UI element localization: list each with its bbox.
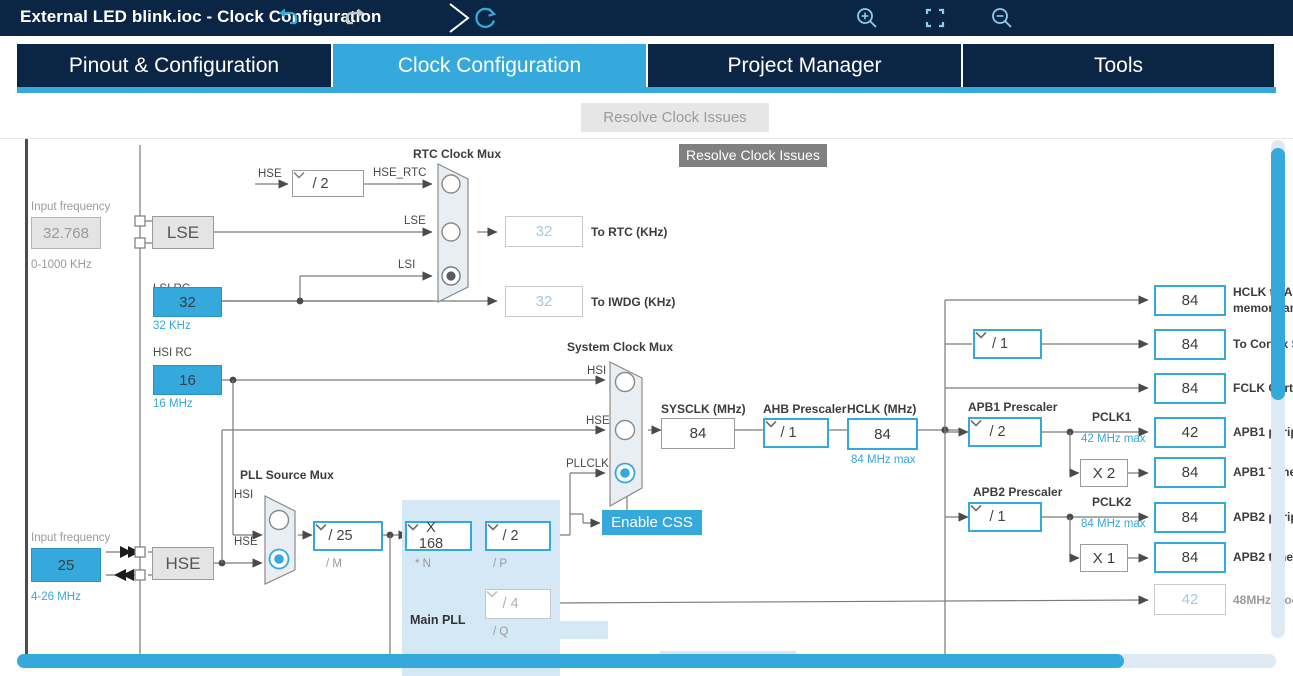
output-48mhz-value: 42 (1154, 584, 1226, 615)
lsi-rc-unit: 32 KHz (153, 320, 191, 332)
tab-label: Tools (1093, 53, 1144, 77)
pll-p-label: / P (493, 558, 508, 570)
resolve-clock-issues-button[interactable]: Resolve Clock Issues (581, 103, 769, 132)
rtc-mux-hse-rtc-label: HSE_RTC (373, 167, 427, 179)
to-iwdg-label: To IWDG (KHz) (591, 295, 676, 309)
pclk1-max-label: 42 MHz max (1081, 433, 1146, 445)
tab-label: Pinout & Configuration (68, 53, 280, 77)
rtc-mux-lsi-label: LSI (398, 259, 416, 271)
apb2-timer-multiplier: X 1 (1080, 544, 1128, 572)
lse-input-frequency-field[interactable]: 32.768 (31, 217, 101, 249)
main-pll-label: Main PLL (410, 613, 466, 627)
hsi-rc-value[interactable]: 16 (153, 365, 222, 395)
hse-range-label: 4-26 MHz (31, 591, 81, 603)
rtc-mux-lse-label: LSE (404, 215, 426, 227)
tab-label: Project Manager (727, 53, 882, 77)
apb2-prescaler-title: APB2 Prescaler (973, 485, 1063, 499)
apb2-prescaler-dropdown[interactable]: / 1 (968, 502, 1042, 532)
output-cortex-systimer-value[interactable]: 84 (1154, 329, 1226, 360)
rtc-hse-divider-dropdown[interactable]: / 2 (292, 170, 364, 197)
pll-q-divider-dropdown[interactable]: / 4 (485, 589, 551, 619)
output-apb2-peripheral-value[interactable]: 84 (1154, 502, 1226, 533)
pll-q-label: / Q (493, 626, 509, 638)
to-rtc-value: 32 (505, 216, 583, 247)
redo-icon[interactable] (342, 4, 370, 32)
rtc-mux-hse-label: HSE (258, 168, 282, 180)
lse-input-frequency-label: Input frequency (31, 201, 111, 213)
output-fclk-value[interactable]: 84 (1154, 373, 1226, 404)
output-apb2-timer-value[interactable]: 84 (1154, 542, 1226, 573)
pll-mux-hse-label: HSE (234, 536, 258, 548)
pll-mux-hsi-label: HSI (234, 489, 254, 501)
ahb-prescaler-dropdown[interactable]: / 1 (763, 418, 829, 448)
lsi-rc-value[interactable]: 32 (153, 287, 222, 317)
lse-oscillator-block[interactable]: LSE (152, 216, 214, 249)
tab-label: Clock Configuration (397, 53, 582, 77)
horizontal-scrollbar-thumb[interactable] (17, 654, 1124, 668)
tab-clock-configuration[interactable]: Clock Configuration (333, 44, 648, 87)
tab-pinout-configuration[interactable]: Pinout & Configuration (17, 44, 333, 87)
tab-bar: Pinout & Configuration Clock Configurati… (0, 36, 1293, 93)
vertical-scrollbar-thumb[interactable] (1271, 148, 1285, 400)
pclk2-max-label: 84 MHz max (1081, 518, 1146, 530)
zoom-out-icon[interactable] (988, 4, 1016, 32)
sysmux-hse-label: HSE (586, 415, 610, 427)
sysclk-value[interactable]: 84 (661, 418, 735, 449)
to-iwdg-value: 32 (505, 286, 583, 317)
window-title: External LED blink.ioc - Clock Configura… (20, 7, 382, 26)
hse-oscillator-block[interactable]: HSE (152, 547, 214, 580)
pclk2-label: PCLK2 (1092, 495, 1132, 509)
hclk-title: HCLK (MHz) (847, 402, 917, 416)
hsi-rc-unit: 16 MHz (153, 398, 193, 410)
apb1-prescaler-title: APB1 Prescaler (968, 400, 1058, 414)
hse-input-frequency-label: Input frequency (31, 532, 111, 544)
output-apb1-peripheral-value[interactable]: 42 (1154, 417, 1226, 448)
ahb-prescaler-title: AHB Prescaler (763, 402, 847, 416)
hsi-rc-title: HSI RC (153, 347, 192, 359)
pll-region-overflow-band-1 (545, 621, 608, 639)
hse-input-frequency-field[interactable]: 25 (31, 548, 101, 582)
apb1-timer-multiplier: X 2 (1080, 459, 1128, 487)
pll-m-label: / M (326, 558, 342, 570)
tab-tools[interactable]: Tools (963, 44, 1274, 87)
pll-n-multiplier-dropdown[interactable]: X 168 (405, 520, 472, 552)
apb1-prescaler-dropdown[interactable]: / 2 (968, 417, 1042, 447)
tab-underline (17, 87, 1276, 93)
rtc-clock-mux-title: RTC Clock Mux (413, 147, 502, 161)
pll-m-divider-dropdown[interactable]: / 25 (313, 521, 383, 551)
fit-to-screen-icon[interactable] (921, 4, 949, 32)
pll-n-label: * N (415, 558, 431, 570)
output-apb1-timer-value[interactable]: 84 (1154, 457, 1226, 488)
clock-tree-canvas[interactable]: Input frequency 32.768 0-1000 KHz LSE LS… (0, 138, 1293, 676)
tab-project-manager[interactable]: Project Manager (648, 44, 963, 87)
tab-strip: Pinout & Configuration Clock Configurati… (17, 44, 1276, 92)
output-hclk-ahb-value[interactable]: 84 (1154, 285, 1226, 316)
sysmux-pllclk-label: PLLCLK (566, 458, 609, 470)
hclk-max-label: 84 MHz max (851, 454, 916, 466)
pclk1-label: PCLK1 (1092, 410, 1132, 424)
to-rtc-label: To RTC (KHz) (591, 225, 668, 239)
sysmux-hsi-label: HSI (587, 365, 607, 377)
sysclk-title: SYSCLK (MHz) (661, 402, 746, 416)
undo-icon[interactable] (273, 4, 301, 32)
hclk-value[interactable]: 84 (847, 418, 918, 450)
zoom-in-icon[interactable] (853, 4, 881, 32)
enable-css-button[interactable]: Enable CSS (602, 510, 702, 535)
system-clock-mux-title: System Clock Mux (567, 340, 674, 354)
clock-tree-diagram: Input frequency 32.768 0-1000 KHz LSE LS… (0, 139, 1293, 676)
diagram-left-boundary (25, 139, 28, 659)
title-bar: External LED blink.ioc - Clock Configura… (0, 0, 1293, 36)
resolve-clock-issues-tooltip: Resolve Clock Issues (679, 144, 827, 167)
cortex-systimer-prescaler-dropdown[interactable]: / 1 (973, 329, 1042, 359)
pll-p-divider-dropdown[interactable]: / 2 (485, 521, 551, 551)
reset-refresh-icon[interactable] (472, 4, 500, 32)
lse-range-label: 0-1000 KHz (31, 259, 92, 271)
cubemx-window: External LED blink.ioc - Clock Configura… (0, 0, 1293, 676)
pll-q-value: / 4 (502, 596, 519, 612)
pll-source-mux-title: PLL Source Mux (240, 468, 334, 482)
